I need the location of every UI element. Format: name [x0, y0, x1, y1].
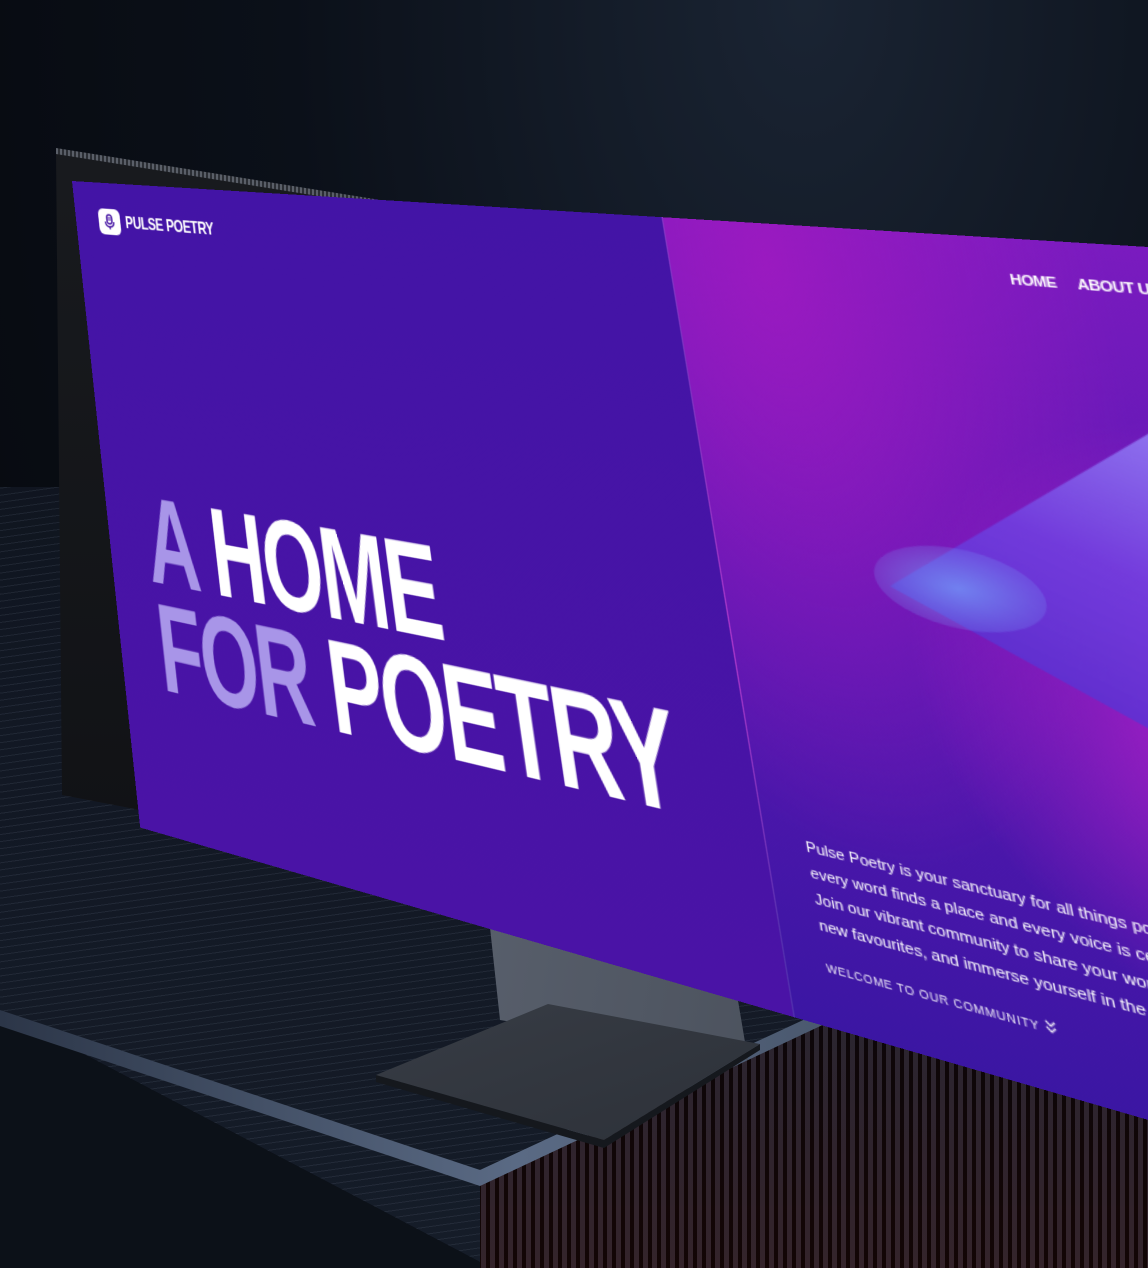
device-mockup-scene: PULSE POETRY A HOME FOR POETRY HOME ABOU… — [0, 0, 1148, 1268]
site-logo[interactable]: PULSE POETRY — [97, 208, 235, 245]
hero-headline: A HOME FOR POETRY — [139, 470, 688, 847]
logo-text: PULSE POETRY — [124, 212, 215, 239]
microphone-icon — [97, 208, 122, 236]
